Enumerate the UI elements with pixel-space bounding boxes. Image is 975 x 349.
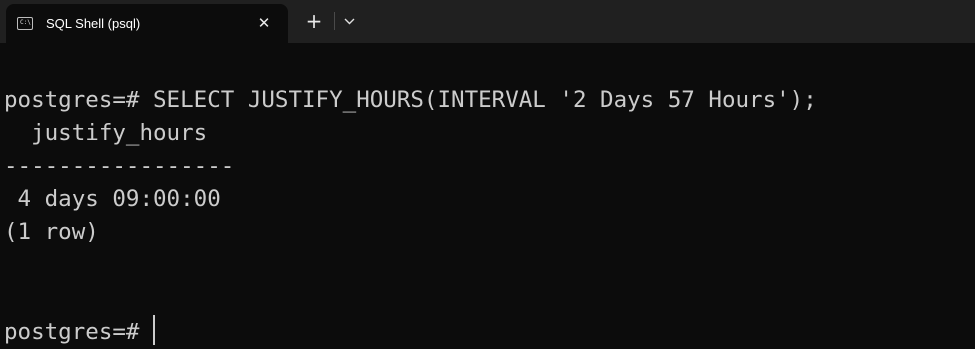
- terminal-prompt: postgres=#: [4, 319, 154, 345]
- tab-title: SQL Shell (psql): [46, 16, 141, 31]
- terminal-line-row-count: (1 row): [4, 219, 99, 245]
- console-icon-glyph: C:\: [20, 19, 31, 26]
- terminal-line-result: 4 days 09:00:00: [4, 186, 221, 212]
- terminal-line-column-header: justify_hours: [4, 120, 208, 146]
- console-icon: C:\: [17, 17, 33, 30]
- terminal-line-separator: -----------------: [4, 153, 235, 179]
- plus-icon[interactable]: +: [303, 9, 325, 33]
- terminal-line-command: postgres=# SELECT JUSTIFY_HOURS(INTERVAL…: [4, 87, 817, 113]
- tab-divider: [334, 12, 335, 30]
- terminal-output[interactable]: postgres=# SELECT JUSTIFY_HOURS(INTERVAL…: [4, 84, 969, 345]
- chevron-down-icon[interactable]: [339, 11, 359, 31]
- close-icon[interactable]: ✕: [254, 13, 274, 33]
- title-bar: C:\ SQL Shell (psql) ✕ +: [0, 0, 975, 43]
- text-cursor: [153, 315, 156, 345]
- tab-sql-shell[interactable]: C:\ SQL Shell (psql) ✕: [6, 4, 288, 43]
- terminal-prompt-line[interactable]: postgres=#: [4, 315, 969, 348]
